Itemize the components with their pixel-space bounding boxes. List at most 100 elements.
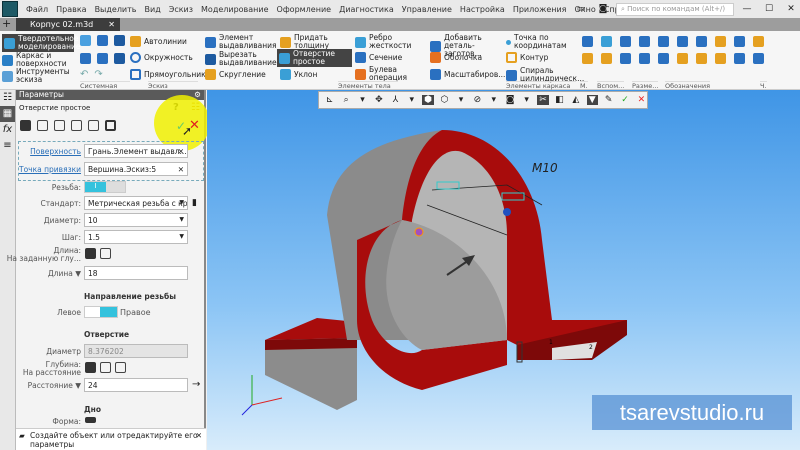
menu-select[interactable]: Выделить	[91, 5, 141, 14]
clear-icon[interactable]: ✕	[178, 147, 184, 156]
length-value-label[interactable]: Длина ▼	[48, 269, 81, 278]
bottom-flat-icon[interactable]	[85, 417, 96, 423]
depth-through-icon[interactable]	[100, 362, 111, 373]
hole-type-spot-icon[interactable]	[88, 120, 99, 131]
thread-toggle[interactable]: I	[84, 181, 126, 193]
menu-apps[interactable]: Приложения	[509, 5, 571, 14]
grid-icon[interactable]	[582, 36, 593, 47]
menu-modeling[interactable]: Моделирование	[197, 5, 273, 14]
plane-icon[interactable]	[601, 36, 612, 47]
dimension-icon[interactable]	[639, 36, 650, 47]
maximize-button[interactable]: ☐	[760, 4, 778, 14]
btn-thicken[interactable]: Придать толщину	[280, 34, 350, 50]
hole-point[interactable]	[503, 208, 511, 216]
command-search-input[interactable]: ⌕ Поиск по командам (Alt+/)	[616, 2, 734, 16]
btn-boolean[interactable]: Булева операция	[355, 66, 420, 82]
btn-simple-hole[interactable]: Отверстие простое	[277, 49, 352, 67]
offset-plane-icon[interactable]	[601, 53, 612, 64]
direction-arrow-icon[interactable]: →	[192, 379, 200, 390]
length-full-icon[interactable]	[100, 248, 111, 259]
btn-shell[interactable]: Оболочка	[430, 52, 482, 63]
open-icon[interactable]	[97, 35, 108, 46]
spec-icon[interactable]	[753, 53, 764, 64]
btn-autoline[interactable]: Автолинии	[130, 36, 187, 47]
variables-icon[interactable]: fx	[0, 122, 15, 138]
layers-icon[interactable]: ≡	[0, 138, 15, 154]
menu-settings[interactable]: Настройка	[456, 5, 509, 14]
weld-icon[interactable]	[696, 53, 707, 64]
btn-circle[interactable]: Окружность	[130, 52, 193, 63]
leader-icon[interactable]	[677, 36, 688, 47]
layout-icon[interactable]: ▭	[572, 4, 590, 14]
menu-view[interactable]: Вид	[141, 5, 165, 14]
menu-sketch[interactable]: Эскиз	[165, 5, 197, 14]
length-input[interactable]: 18	[84, 266, 188, 280]
btn-cut-extrude[interactable]: Вырезать выдавливанием	[205, 51, 282, 67]
mode-sketch-tools[interactable]: Инструменты эскиза	[2, 68, 74, 84]
btn-extrude[interactable]: Элемент выдавливания	[205, 34, 277, 50]
menu-file[interactable]: Файл	[22, 5, 52, 14]
library-icon[interactable]: ▮	[192, 198, 197, 208]
surface-field[interactable]: Грань.Элемент выдавл... ✕	[84, 144, 188, 158]
table-icon[interactable]	[753, 36, 764, 47]
close-hint-icon[interactable]: ✕	[196, 431, 202, 440]
depth-distance-icon[interactable]	[85, 362, 96, 373]
btn-draft[interactable]: Уклон	[280, 69, 317, 80]
close-tab-icon[interactable]: ✕	[108, 18, 115, 31]
print-icon[interactable]	[80, 53, 91, 64]
direction-toggle[interactable]	[84, 306, 118, 318]
depth-to-surface-icon[interactable]	[115, 362, 126, 373]
base-icon[interactable]	[696, 36, 707, 47]
app-logo[interactable]	[2, 1, 18, 17]
distance-label[interactable]: Расстояние ▼	[28, 381, 81, 390]
position-icon[interactable]	[734, 36, 745, 47]
diameter-select[interactable]: 10	[84, 213, 188, 227]
mark-icon[interactable]	[715, 53, 726, 64]
menu-manage[interactable]: Управление	[398, 5, 456, 14]
surface-link[interactable]: Поверхность	[30, 147, 81, 156]
hole-type-library-icon[interactable]	[105, 120, 116, 131]
angle-dim-icon[interactable]	[639, 53, 650, 64]
3d-viewport[interactable]: ⊾ ⌕ ▾ ✥ ⅄ ▾ ⬢ ⬡ ▾ ⊘ ▾ ◙ ▾ ✂ ◧ ◭ ▼ ✎ ✓ ✕ M10 1 2 tsarevstudi…	[207, 90, 800, 450]
mode-surfaces[interactable]: Каркас и поверхности	[2, 52, 74, 68]
hole-type-simple-icon[interactable]	[20, 120, 31, 131]
undo-icon[interactable]: ↶	[80, 70, 88, 80]
point-link[interactable]: Точка привязки	[19, 165, 81, 174]
cylinder-icon[interactable]	[582, 53, 593, 64]
btn-scale[interactable]: Масштабиров...	[430, 69, 505, 80]
distance-input[interactable]: 24	[84, 378, 188, 392]
preview-icon[interactable]	[97, 53, 108, 64]
document-tab[interactable]: Корпус 02.m3d ✕	[16, 18, 120, 31]
tolerance-icon[interactable]	[677, 53, 688, 64]
menu-drafting[interactable]: Оформление	[273, 5, 336, 14]
diameter-dim-icon[interactable]	[658, 36, 669, 47]
save-as-icon[interactable]	[114, 53, 125, 64]
clear-icon[interactable]: ✕	[178, 165, 184, 174]
standard-select[interactable]: Метрическая резьба с кр	[84, 196, 188, 210]
btn-contour[interactable]: Контур	[506, 52, 548, 63]
btn-point-coords[interactable]: Точка по координатам	[506, 34, 578, 50]
part-model[interactable]: M10 1 2	[265, 130, 627, 410]
tree-icon[interactable]: ☷	[0, 90, 15, 106]
redo-icon[interactable]: ↷	[94, 70, 102, 80]
close-button[interactable]: ✕	[782, 4, 800, 14]
hole-type-counterbore-icon[interactable]	[37, 120, 48, 131]
hole-type-countersink-icon[interactable]	[54, 120, 65, 131]
hole-type-cone-icon[interactable]	[71, 120, 82, 131]
pitch-select[interactable]: 1.5	[84, 230, 188, 244]
btn-rib[interactable]: Ребро жесткости	[355, 34, 420, 50]
menu-edit[interactable]: Правка	[52, 5, 90, 14]
mode-solid[interactable]: Твердотельное моделирование	[2, 34, 80, 52]
radius-dim-icon[interactable]	[658, 53, 669, 64]
properties-icon[interactable]: ▦	[0, 106, 15, 122]
anchor-point[interactable]	[414, 227, 424, 237]
minimize-button[interactable]: —	[738, 4, 756, 14]
add-tab-button[interactable]: +	[2, 18, 11, 30]
btn-fillet[interactable]: Скругление	[205, 69, 266, 80]
btn-rectangle[interactable]: Прямоугольник	[130, 69, 206, 80]
new-file-icon[interactable]	[80, 35, 91, 46]
roughness-icon[interactable]	[715, 36, 726, 47]
cs-icon[interactable]	[620, 53, 631, 64]
axis-icon[interactable]	[620, 36, 631, 47]
screenshot-icon[interactable]: ◙	[594, 4, 612, 14]
